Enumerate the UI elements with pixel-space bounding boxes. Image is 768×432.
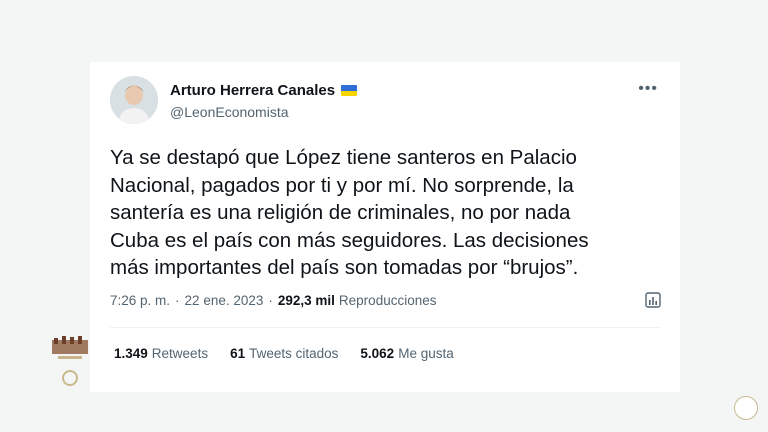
quote-tweets-count: 61 — [230, 346, 246, 361]
quote-tweets-label: Tweets citados — [249, 346, 339, 361]
broadcast-watermark-icon — [734, 396, 758, 420]
author-row: Arturo Herrera Canales — [170, 82, 358, 99]
views-label: Reproducciones — [338, 293, 437, 308]
likes-count: 5.062 — [360, 346, 395, 361]
tweet-meta: 7:26 p. m. · 22 ene. 2023 · 292,3 mil Re… — [110, 293, 436, 308]
ukraine-flag-icon — [341, 85, 358, 96]
quote-tweets-stat[interactable]: 61 Tweets citados — [230, 346, 338, 361]
retweets-label: Retweets — [151, 346, 209, 361]
tweet-text: Ya se destapó que López tiene santeros e… — [110, 146, 589, 279]
avatar[interactable] — [110, 76, 158, 124]
government-logo-icon — [50, 334, 90, 394]
likes-stat[interactable]: 5.062 Me gusta — [360, 346, 453, 361]
retweets-stat[interactable]: 1.349 Retweets — [114, 346, 208, 361]
tweet-date[interactable]: 22 ene. 2023 — [185, 293, 264, 308]
author-name[interactable]: Arturo Herrera Canales — [170, 82, 335, 99]
meta-separator: · — [268, 293, 273, 308]
tweet-stats: 1.349 Retweets 61 Tweets citados 5.062 Me g… — [114, 346, 454, 361]
divider — [110, 327, 660, 328]
tweet-time[interactable]: 7:26 p. m. — [110, 293, 170, 308]
more-icon[interactable]: ••• — [638, 80, 658, 98]
likes-label: Me gusta — [398, 346, 454, 361]
views-count: 292,3 mil — [277, 293, 335, 308]
retweets-count: 1.349 — [114, 346, 148, 361]
analytics-icon[interactable] — [644, 291, 662, 309]
author-handle[interactable]: @LeonEconomista — [170, 104, 289, 120]
meta-separator: · — [175, 293, 180, 308]
tweet-card: Arturo Herrera Canales @LeonEconomista •… — [90, 62, 680, 392]
